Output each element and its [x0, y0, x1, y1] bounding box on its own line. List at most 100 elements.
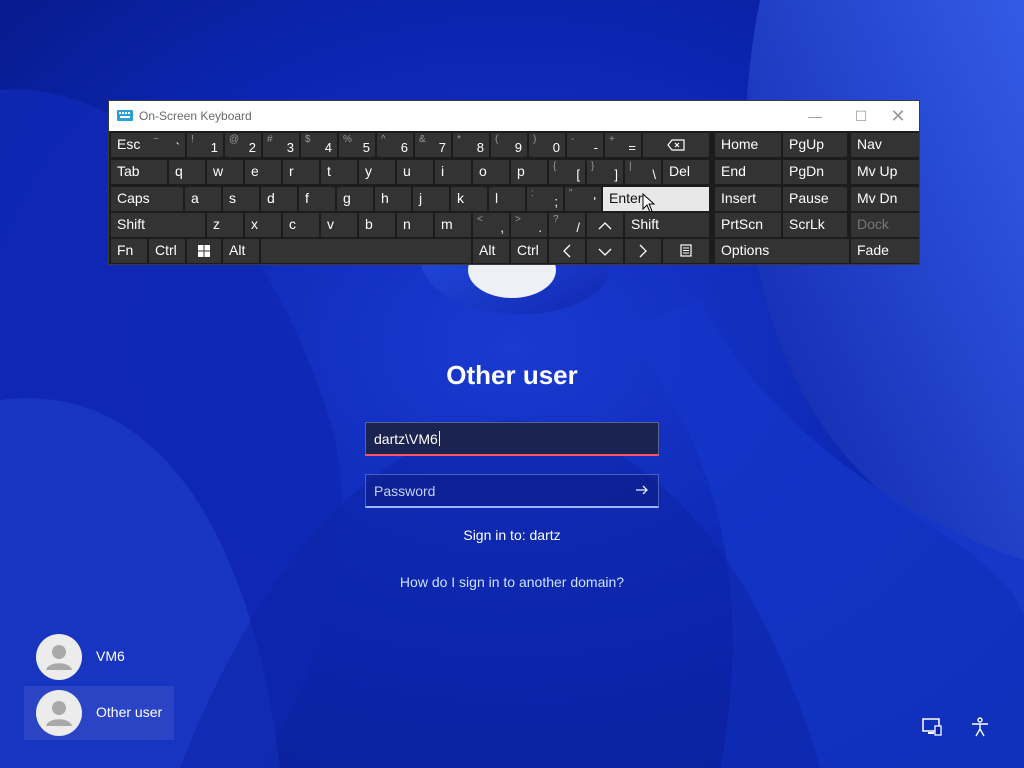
key-c[interactable]: c [283, 213, 319, 237]
key-caps[interactable]: Caps [111, 187, 183, 211]
key-s[interactable]: s [223, 187, 259, 211]
key-1[interactable]: ! 1 [187, 133, 223, 157]
key-pause[interactable]: Pause [783, 187, 847, 211]
another-domain-link[interactable]: How do I sign in to another domain? [0, 574, 1024, 590]
key-space[interactable] [261, 239, 471, 263]
key-i[interactable]: i [435, 160, 471, 184]
key-left[interactable] [549, 239, 585, 263]
key-t[interactable]: t [321, 160, 357, 184]
arrow-right-icon[interactable] [634, 482, 650, 498]
key-down[interactable] [587, 239, 623, 263]
key-label: n [403, 216, 411, 232]
key-prtscn[interactable]: PrtScn [715, 213, 781, 237]
key-label: Insert [721, 190, 757, 206]
key-fade[interactable]: Fade [851, 239, 919, 263]
key-w[interactable]: w [207, 160, 243, 184]
key-lbracket[interactable]: {[ [549, 160, 585, 184]
key-u[interactable]: u [397, 160, 433, 184]
key-rbracket[interactable]: }] [587, 160, 623, 184]
key-enter[interactable]: Enter [603, 187, 709, 211]
accessibility-icon[interactable] [969, 716, 991, 738]
user-tile-vm6[interactable]: VM6 [24, 630, 174, 684]
key-0[interactable]: ) 0 [529, 133, 565, 157]
key-rshift[interactable]: Shift [625, 213, 709, 237]
key-comma[interactable]: <, [473, 213, 509, 237]
key-home[interactable]: Home [715, 133, 781, 157]
login-title: Other user [446, 360, 578, 390]
key-rctrl[interactable]: Ctrl [511, 239, 547, 263]
person-icon [46, 645, 72, 670]
key-insert[interactable]: Insert [715, 187, 781, 211]
key-j[interactable]: j [413, 187, 449, 211]
key-6[interactable]: ^ 6 [377, 133, 413, 157]
key-b[interactable]: b [359, 213, 395, 237]
key-minus[interactable]: -- [567, 133, 603, 157]
network-icon[interactable] [921, 716, 943, 738]
key-h[interactable]: h [375, 187, 411, 211]
key-d[interactable]: d [261, 187, 297, 211]
key-label: Home [721, 136, 759, 152]
key-end[interactable]: End [715, 160, 781, 184]
username-input[interactable]: dartz\VM6 [365, 422, 659, 456]
key-esc[interactable]: Esc [111, 133, 149, 157]
key-m[interactable]: m [435, 213, 471, 237]
key-tab[interactable]: Tab [111, 160, 167, 184]
key-n[interactable]: n [397, 213, 433, 237]
key-5[interactable]: % 5 [339, 133, 375, 157]
key-lshift[interactable]: Shift [111, 213, 205, 237]
key-equals[interactable]: + = [605, 133, 641, 157]
key-nav[interactable]: Nav [851, 133, 919, 157]
key-e[interactable]: e [245, 160, 281, 184]
key-l[interactable]: l [489, 187, 525, 211]
key-4[interactable]: $4 [301, 133, 337, 157]
osk-titlebar[interactable]: On-Screen Keyboard — ☐ ✕ [109, 101, 919, 131]
key-7[interactable]: & 7 [415, 133, 451, 157]
key-semicolon[interactable]: :; [527, 187, 563, 211]
password-input[interactable]: Password [365, 474, 659, 508]
key-x[interactable]: x [245, 213, 281, 237]
key-p[interactable]: p [511, 160, 547, 184]
key-g[interactable]: g [337, 187, 373, 211]
key-menu[interactable] [663, 239, 709, 263]
key-9[interactable]: (9 [491, 133, 527, 157]
key-lctrl[interactable]: Ctrl [149, 239, 185, 263]
key-8[interactable]: * 8 [453, 133, 489, 157]
key-backspace[interactable] [643, 133, 709, 157]
key-options[interactable]: Options [715, 239, 849, 263]
key-2[interactable]: @2 [225, 133, 261, 157]
key-3[interactable]: #3 [263, 133, 299, 157]
key-lalt[interactable]: Alt [223, 239, 259, 263]
key-slash[interactable]: ? / [549, 213, 585, 237]
key-quote[interactable]: " ' [565, 187, 601, 211]
key-k[interactable]: k [451, 187, 487, 211]
key-right[interactable] [625, 239, 661, 263]
user-tile-other-user[interactable]: Other user [24, 686, 174, 740]
key-backslash[interactable]: | \ [625, 160, 661, 184]
mouse-cursor-icon [642, 193, 656, 213]
user-name: VM6 [96, 648, 125, 664]
key-v[interactable]: v [321, 213, 357, 237]
key-del[interactable]: Del [663, 160, 709, 184]
key-scrlk[interactable]: ScrLk [783, 213, 847, 237]
close-icon[interactable]: ✕ [875, 101, 921, 131]
key-f[interactable]: f [299, 187, 335, 211]
key-fn[interactable]: Fn [111, 239, 147, 263]
key-up[interactable] [587, 213, 623, 237]
context-menu-icon [663, 244, 709, 260]
key-ralt[interactable]: Alt [473, 239, 509, 263]
key-pgdn[interactable]: PgDn [783, 160, 847, 184]
key-r[interactable]: r [283, 160, 319, 184]
key-mvdn[interactable]: Mv Dn [851, 187, 919, 211]
key-win[interactable] [187, 239, 221, 263]
key-period[interactable]: >. [511, 213, 547, 237]
minimize-icon[interactable]: — [792, 101, 838, 131]
key-z[interactable]: z [207, 213, 243, 237]
key-y[interactable]: y [359, 160, 395, 184]
key-backtick[interactable]: ~ ` [149, 133, 185, 157]
key-q[interactable]: q [169, 160, 205, 184]
key-label: k [457, 190, 464, 206]
key-a[interactable]: a [185, 187, 221, 211]
key-o[interactable]: o [473, 160, 509, 184]
key-pgup[interactable]: PgUp [783, 133, 847, 157]
key-mvup[interactable]: Mv Up [851, 160, 919, 184]
